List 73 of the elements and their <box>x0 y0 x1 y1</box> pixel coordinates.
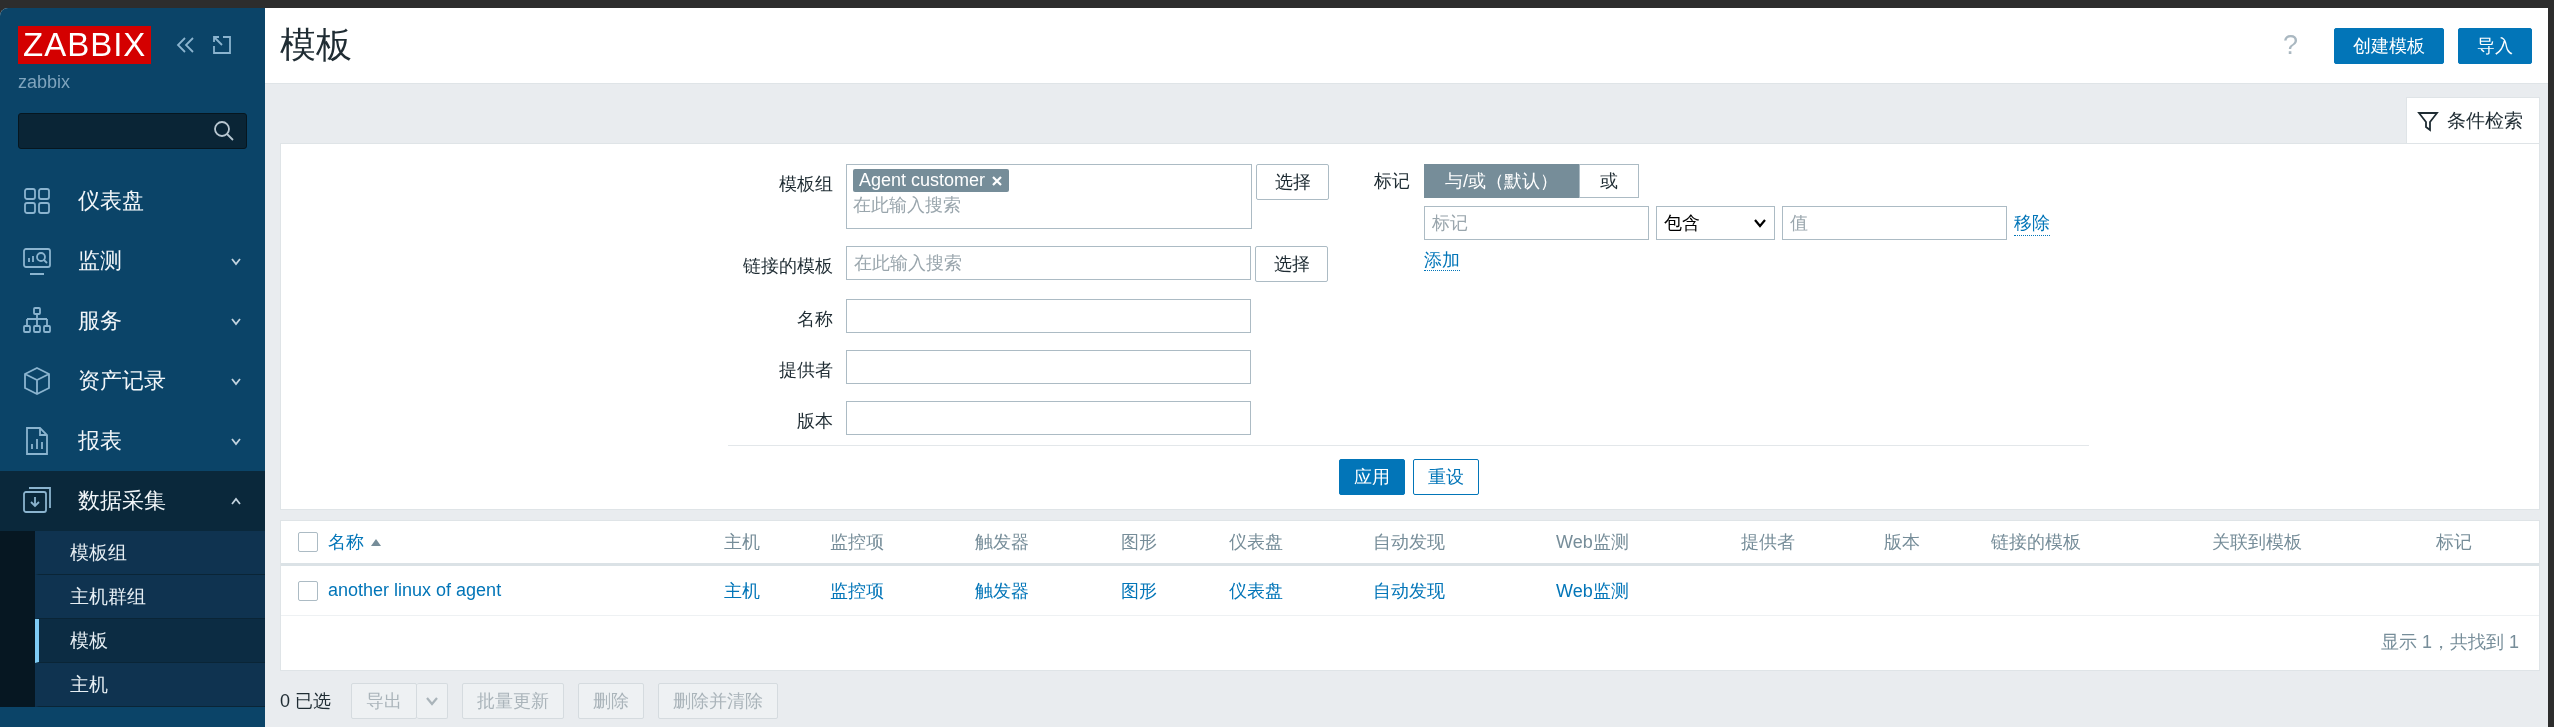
filter-icon <box>2417 109 2439 132</box>
table-link[interactable]: 图形 <box>1121 578 1157 603</box>
column-header[interactable]: 名称 <box>328 530 364 554</box>
menu-item[interactable]: 数据采集 <box>0 471 265 531</box>
column-header: 关联到模板 <box>2212 531 2302 554</box>
reset-button[interactable]: 重设 <box>1412 459 1479 495</box>
column-header: 图形 <box>1121 531 1157 554</box>
page-title: 模板 <box>280 23 352 67</box>
column-header: 触发器 <box>975 531 1029 554</box>
field-label: 名称 <box>796 308 833 331</box>
value-field[interactable]: 值 <box>1782 206 2007 240</box>
result-count: 显示 1，共找到 1 <box>2379 631 2520 654</box>
checkbox[interactable] <box>298 532 318 552</box>
field-label: 模板组 <box>778 173 833 196</box>
table-link[interactable]: 监控项 <box>830 578 884 603</box>
filter-tab[interactable]: 条件检索 <box>2406 97 2540 143</box>
field-label: 版本 <box>796 410 833 433</box>
column-header: 链接的模板 <box>1991 531 2081 554</box>
column-header: 提供者 <box>1741 531 1795 554</box>
table-link[interactable]: another linux of agent <box>328 580 502 601</box>
menu-item[interactable]: 报表 <box>0 411 265 471</box>
menu-icon <box>22 186 52 216</box>
submenu-item[interactable]: 主机 <box>35 663 265 707</box>
select-button[interactable]: 选择 <box>1256 164 1329 200</box>
field-label: 链接的模板 <box>742 255 833 278</box>
menu-item[interactable]: 服务 <box>0 291 265 351</box>
checkbox[interactable] <box>298 580 318 601</box>
menu-item[interactable]: 仪表盘 <box>0 171 265 231</box>
text-field[interactable] <box>846 350 1251 384</box>
header-button[interactable]: 创建模板 <box>2334 27 2444 64</box>
column-header: 仪表盘 <box>1229 531 1283 554</box>
table-link[interactable]: 主机 <box>724 578 760 603</box>
field-label: 提供者 <box>778 359 833 382</box>
remove-link[interactable]: 移除 <box>2014 210 2050 236</box>
table-link[interactable]: Web监测 <box>1556 578 1629 603</box>
select-button[interactable]: 选择 <box>1255 246 1328 282</box>
menu-item[interactable]: 监测 <box>0 231 265 291</box>
multiselect-field[interactable]: Agent customer 在此输入搜索 <box>846 164 1252 229</box>
menu-icon <box>22 486 52 516</box>
submenu-item[interactable]: 模板组 <box>35 531 265 575</box>
menu-icon <box>22 246 52 276</box>
dropdown-button[interactable] <box>417 683 448 719</box>
submenu-item[interactable]: 模板 <box>35 619 265 663</box>
search-icon <box>212 119 236 143</box>
tag-field[interactable]: 标记 <box>1424 206 1649 240</box>
search-field[interactable] <box>18 113 247 149</box>
toggle-option[interactable]: 与/或（默认） <box>1424 164 1579 198</box>
menu-icon <box>22 366 52 396</box>
add-link[interactable]: 添加 <box>1424 250 1460 271</box>
table-link[interactable]: 触发器 <box>975 578 1029 603</box>
apply-button[interactable]: 应用 <box>1338 459 1405 495</box>
menu-icon <box>22 306 52 336</box>
header-button[interactable]: 导入 <box>2458 27 2532 64</box>
close-icon <box>991 174 1004 187</box>
text-field[interactable] <box>846 401 1251 435</box>
text-field[interactable] <box>846 299 1251 333</box>
column-header: Web监测 <box>1556 531 1629 554</box>
operator-dropdown[interactable]: 包含 <box>1656 206 1775 240</box>
column-header: 主机 <box>724 531 760 554</box>
table-link[interactable]: 仪表盘 <box>1229 578 1283 603</box>
column-header: 自动发现 <box>1373 531 1445 554</box>
field-label: 标记 <box>1374 170 1410 193</box>
column-header: 标记 <box>2436 531 2472 554</box>
menu-item[interactable]: 资产记录 <box>0 351 265 411</box>
multiselect-field[interactable]: 在此输入搜索 <box>846 246 1251 280</box>
tag-chip[interactable]: Agent customer <box>853 169 1010 192</box>
selected-count: 0 已选 <box>280 690 331 713</box>
toggle-option[interactable]: 或 <box>1579 164 1639 198</box>
column-header: 版本 <box>1884 531 1920 554</box>
server-name: zabbix <box>17 71 72 93</box>
column-header: 监控项 <box>830 531 884 554</box>
table-link[interactable]: 自动发现 <box>1373 578 1445 603</box>
logo: ZABBIX <box>18 26 152 64</box>
